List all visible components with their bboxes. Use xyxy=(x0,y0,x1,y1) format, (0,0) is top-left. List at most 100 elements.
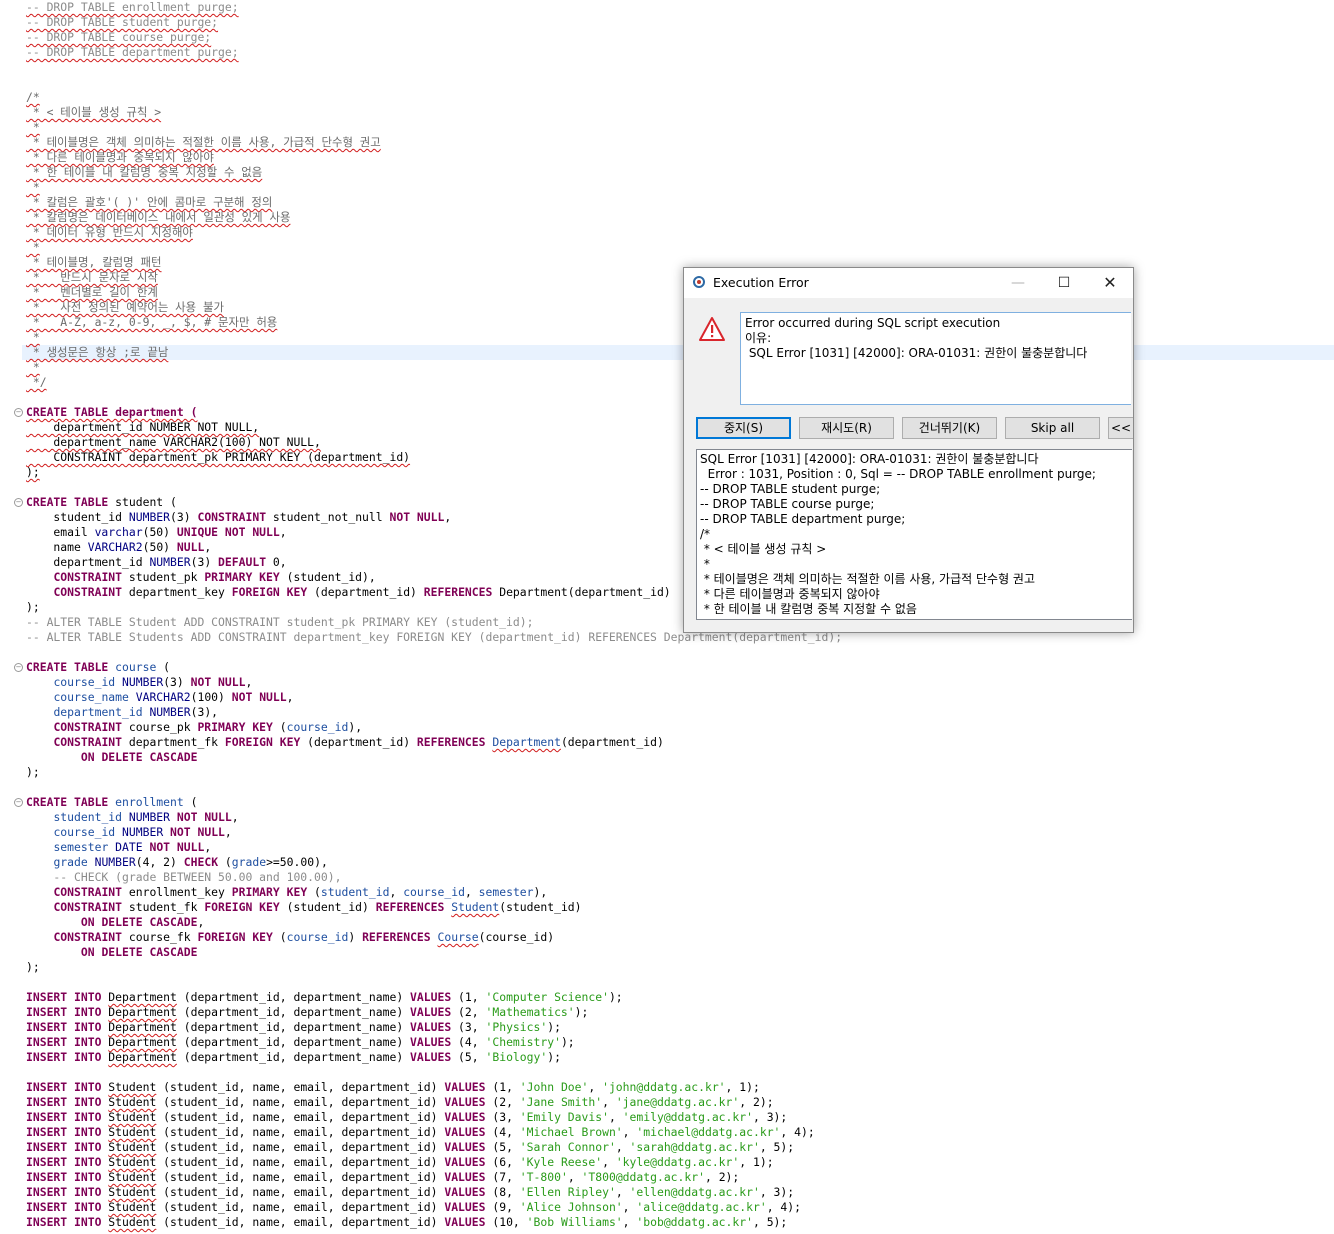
code-token: -- CHECK (grade BETWEEN 50.00 and 100.00… xyxy=(26,870,342,884)
code-token: * xyxy=(26,360,40,374)
close-icon[interactable]: ✕ xyxy=(1087,268,1133,298)
error-message-box[interactable]: Error occurred during SQL script executi… xyxy=(740,312,1131,405)
code-line: * xyxy=(26,240,40,255)
code-line: course_id NUMBER(3) NOT NULL, xyxy=(26,675,252,690)
detail-line: SQL Error [1031] [42000]: ORA-01031: 권한이… xyxy=(700,452,1039,466)
code-token: CONSTRAINT xyxy=(53,720,123,734)
code-token: ( xyxy=(272,930,287,944)
code-token: , xyxy=(608,1110,623,1124)
code-token: , 2); xyxy=(739,1095,774,1109)
error-details-text[interactable]: SQL Error [1031] [42000]: ORA-01031: 권한이… xyxy=(696,449,1132,620)
code-token: , 5); xyxy=(759,1140,795,1154)
code-token: 'Physics' xyxy=(485,1020,548,1034)
detail-line: * < 테이블 생성 규칙 > xyxy=(700,542,827,556)
code-line: CONSTRAINT department_fk FOREIGN KEY (de… xyxy=(26,735,663,750)
code-line: INSERT INTO Student (student_id, name, e… xyxy=(26,1185,794,1200)
code-token: (3), xyxy=(190,705,219,719)
code-line: student_id NUMBER(3) CONSTRAINT student_… xyxy=(26,510,451,525)
code-token: , xyxy=(224,825,232,839)
code-token: * 생성문은 항상 ;로 끝남 xyxy=(26,345,169,359)
fold-toggle[interactable]: − xyxy=(14,663,23,672)
code-token: * 칼럼명은 데이터베이스 내에서 일관성 있게 사용 xyxy=(26,210,291,224)
retry-button[interactable]: 재시도(R) xyxy=(799,417,894,439)
code-token: VALUES xyxy=(410,1005,452,1019)
code-token: INSERT INTO xyxy=(26,1185,102,1199)
code-token: , 2); xyxy=(704,1170,740,1184)
stop-button[interactable]: 중지(S) xyxy=(696,417,791,439)
maximize-icon[interactable]: ☐ xyxy=(1041,268,1087,298)
code-token: (department_id, department_name) xyxy=(176,1020,411,1034)
code-token: 'bob@ddatg.ac.kr' xyxy=(636,1215,753,1229)
code-token: * 칼럼은 괄호'( )' 안에 콤마로 구분해 정의 xyxy=(26,195,273,209)
code-token: (10, xyxy=(485,1215,527,1229)
code-token: INSERT INTO xyxy=(26,1110,102,1124)
code-token: VALUES xyxy=(444,1215,486,1229)
code-token: 'michael@ddatg.ac.kr' xyxy=(636,1125,781,1139)
code-token: ( xyxy=(218,855,232,869)
code-token: student_not_null xyxy=(266,510,390,524)
code-token: 'Alice Johnson' xyxy=(519,1200,623,1214)
code-line: ); xyxy=(26,960,40,975)
detail-line: /* xyxy=(700,527,711,541)
code-token: (department_id, department_name) xyxy=(176,1005,411,1019)
code-token: ON DELETE CASCADE xyxy=(80,915,198,929)
code-token: ( xyxy=(307,885,321,899)
code-token: -- DROP TABLE enrollment purge; xyxy=(26,0,239,14)
code-line: CONSTRAINT student_pk PRIMARY KEY (stude… xyxy=(26,570,376,585)
fold-toggle[interactable]: − xyxy=(14,408,23,417)
code-token: (student_id), xyxy=(279,570,376,584)
code-token: VALUES xyxy=(410,1035,452,1049)
code-token: course_id xyxy=(286,930,349,944)
code-token: VALUES xyxy=(444,1185,486,1199)
code-token: ); xyxy=(26,600,40,614)
code-token: varchar xyxy=(94,525,143,539)
code-token: ( xyxy=(272,720,287,734)
code-line: -- CHECK (grade BETWEEN 50.00 and 100.00… xyxy=(26,870,341,885)
code-token: INSERT INTO xyxy=(26,1005,102,1019)
code-token: ON DELETE CASCADE xyxy=(80,750,198,764)
code-token: ); xyxy=(26,765,40,779)
code-token: 'john@ddatg.ac.kr' xyxy=(602,1080,726,1094)
code-token: semester xyxy=(53,840,109,854)
code-token: 'emily@ddatg.ac.kr' xyxy=(622,1110,753,1124)
code-token: ), xyxy=(348,720,363,734)
skip-button[interactable]: 건너뛰기(K) xyxy=(902,417,997,439)
code-line: -- DROP TABLE course purge; xyxy=(26,30,211,45)
code-token: VALUES xyxy=(444,1155,486,1169)
code-line: CONSTRAINT enrollment_key PRIMARY KEY (s… xyxy=(26,885,547,900)
code-token: ); xyxy=(574,1005,589,1019)
code-line: INSERT INTO Student (student_id, name, e… xyxy=(26,1170,739,1185)
code-line: * 데이터 유형 반드시 지정해야 xyxy=(26,225,193,240)
code-line: * 테이블명, 칼럼명 패턴 xyxy=(26,255,162,270)
code-token: Student xyxy=(108,1185,157,1199)
code-token: 'Ellen Ripley' xyxy=(519,1185,616,1199)
details-toggle-button[interactable]: << xyxy=(1108,417,1133,439)
code-token: (2, xyxy=(451,1005,486,1019)
code-token: DEFAULT xyxy=(218,555,267,569)
fold-toggle[interactable]: − xyxy=(14,498,23,507)
code-line: semester DATE NOT NULL, xyxy=(26,840,211,855)
code-token: (3, xyxy=(451,1020,486,1034)
code-token: (3) xyxy=(170,510,198,524)
code-token: course_id xyxy=(53,825,116,839)
code-token: Student xyxy=(108,1095,157,1109)
skip-all-button[interactable]: Skip all xyxy=(1005,417,1100,439)
code-token: (student_id, name, email, department_id) xyxy=(156,1155,445,1169)
code-token: (100) xyxy=(190,690,232,704)
code-line: INSERT INTO Student (student_id, name, e… xyxy=(26,1200,801,1215)
dialog-titlebar[interactable]: Execution Error — ☐ ✕ xyxy=(684,268,1133,298)
code-token: DATE xyxy=(115,840,143,854)
code-token: INSERT INTO xyxy=(26,1050,102,1064)
code-token: VALUES xyxy=(444,1095,486,1109)
code-token: Student xyxy=(108,1200,157,1214)
fold-toggle[interactable]: − xyxy=(14,798,23,807)
code-token: * 벤더별로 길이 한계 xyxy=(26,285,158,299)
